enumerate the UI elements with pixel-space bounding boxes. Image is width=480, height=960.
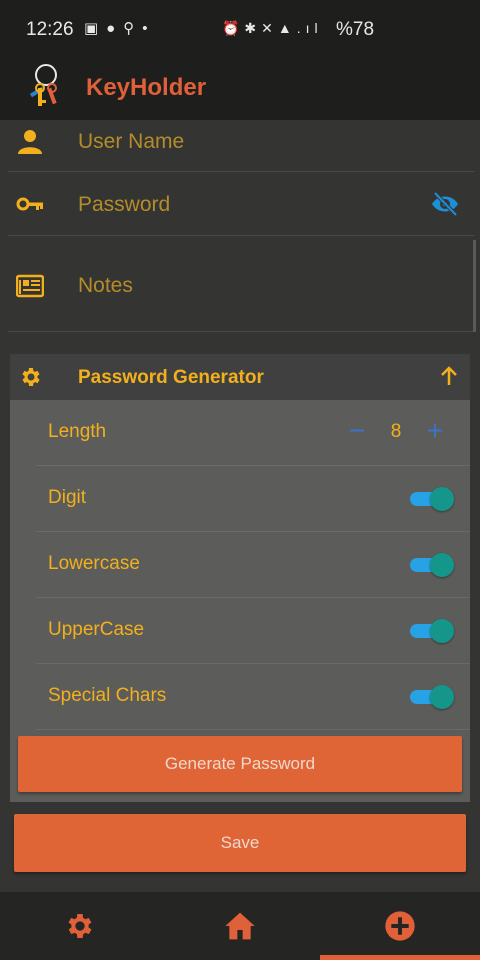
username-field[interactable]: User Name xyxy=(8,120,474,172)
password-generator-title: Password Generator xyxy=(78,367,264,388)
bottom-navigation xyxy=(0,892,480,960)
length-label: Length xyxy=(48,421,107,442)
username-placeholder: User Name xyxy=(78,130,185,153)
lowercase-toggle[interactable] xyxy=(410,553,454,577)
gear-icon xyxy=(22,368,40,386)
keys-logo-icon xyxy=(29,64,57,106)
length-row: Length − 8 + xyxy=(36,400,470,466)
option-label: UpperCase xyxy=(48,619,145,640)
generate-password-button[interactable]: Generate Password xyxy=(18,736,462,792)
add-icon xyxy=(385,911,415,941)
system-icons: ⏰✱✕▲.ıl xyxy=(222,20,323,36)
length-stepper[interactable]: − 8 + xyxy=(344,416,448,448)
notes-placeholder: Notes xyxy=(78,274,133,297)
password-field[interactable]: Password xyxy=(8,172,474,236)
newspaper-icon xyxy=(16,274,44,298)
arrow-up-icon[interactable] xyxy=(438,363,460,389)
key-icon xyxy=(16,197,43,211)
option-label: Special Chars xyxy=(48,685,167,706)
digit-toggle[interactable] xyxy=(410,487,454,511)
battery-level: %78 xyxy=(336,19,375,40)
option-row-lowercase[interactable]: Lowercase xyxy=(36,532,470,598)
active-tab-indicator xyxy=(320,955,480,960)
password-placeholder: Password xyxy=(78,193,171,216)
visibility-off-icon[interactable] xyxy=(430,191,460,217)
option-label: Lowercase xyxy=(48,553,140,574)
option-row-special-chars[interactable]: Special Chars xyxy=(36,664,470,730)
option-label: Digit xyxy=(48,487,87,508)
person-icon xyxy=(18,130,42,154)
notes-field[interactable]: Notes xyxy=(8,236,474,332)
nav-add[interactable] xyxy=(320,892,480,960)
app-bar: KeyHolder xyxy=(0,60,480,120)
special-chars-toggle[interactable] xyxy=(410,685,454,709)
length-value: 8 xyxy=(390,421,402,442)
option-row-uppercase[interactable]: UpperCase xyxy=(36,598,470,664)
nav-settings[interactable] xyxy=(0,892,160,960)
status-time: 12:26 xyxy=(26,19,74,40)
notes-scrollbar[interactable] xyxy=(473,240,476,332)
option-row-digit[interactable]: Digit xyxy=(36,466,470,532)
decrement-button[interactable]: − xyxy=(344,416,370,448)
status-bar: 12:26 ▣●⚲• ⏰✱✕▲.ıl %78 xyxy=(0,0,480,60)
settings-icon xyxy=(68,914,92,938)
notification-icons: ▣●⚲• xyxy=(84,20,156,37)
app-title: KeyHolder xyxy=(86,74,207,101)
password-generator-header[interactable]: Password Generator xyxy=(10,354,470,400)
increment-button[interactable]: + xyxy=(422,416,448,448)
home-icon xyxy=(225,912,255,940)
save-button[interactable]: Save xyxy=(14,814,466,872)
nav-home[interactable] xyxy=(160,892,320,960)
uppercase-toggle[interactable] xyxy=(410,619,454,643)
